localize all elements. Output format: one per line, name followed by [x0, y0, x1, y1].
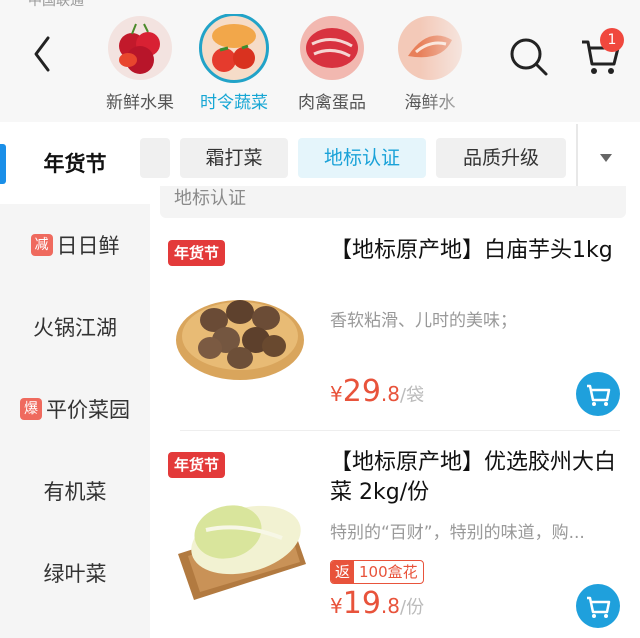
category-fruit[interactable]: 新鲜水果: [96, 14, 184, 114]
category-carousel: 新鲜水果 时令蔬菜 肉禽蛋品: [96, 14, 476, 114]
back-button[interactable]: [22, 34, 62, 74]
add-to-cart-button[interactable]: [576, 372, 620, 416]
sidebar-item-daily-fresh[interactable]: 减 日日鲜: [0, 204, 150, 286]
back-arrow-icon: [34, 36, 50, 72]
product-price: ¥19.8/份: [330, 586, 424, 621]
filter-bar: 霜打菜 地标认证 品质升级: [140, 122, 640, 196]
sidebar-item-organic[interactable]: 有机菜: [0, 450, 150, 532]
active-indicator: [0, 144, 6, 184]
carousel-fade: [420, 0, 490, 122]
meat-thumbnail: [300, 16, 364, 80]
section-title: 地标认证: [160, 186, 626, 218]
product-title: 【地标原产地】白庙芋头1kg: [330, 238, 613, 263]
price-integer: 29: [342, 374, 381, 409]
category-label: 肉禽蛋品: [298, 93, 366, 113]
promo-tag: 年货节: [168, 240, 226, 266]
sidebar-item-label: 平价菜园: [46, 398, 130, 422]
product-card[interactable]: 年货节 【地标原产地】优选胶州大白菜 2kg/份 特别的“百财”，特别的味道，购…: [150, 448, 640, 638]
filter-chip-quality[interactable]: 品质升级: [436, 138, 566, 178]
category-label: 时令蔬菜: [200, 93, 268, 113]
cart-icon: [587, 596, 611, 618]
filter-chip-frost[interactable]: 霜打菜: [180, 138, 288, 178]
sidebar-item-hotpot[interactable]: 火锅江湖: [0, 286, 150, 368]
rebate-badge: 返 100盒花: [330, 560, 424, 584]
filter-chip-partial[interactable]: [140, 138, 170, 178]
product-image-cabbage: [170, 468, 310, 608]
promo-tag: 年货节: [168, 452, 226, 478]
price-integer: 19: [342, 586, 381, 621]
product-divider: [180, 430, 620, 431]
sidebar-item-label: 绿叶菜: [43, 562, 107, 586]
discount-tag: 减: [30, 234, 53, 256]
triangle-down-icon: [600, 154, 612, 162]
chip-label: 地标认证: [323, 147, 400, 169]
sidebar-item-label: 年货节: [43, 152, 107, 176]
cart-count-badge: 1: [600, 28, 624, 52]
search-icon: [510, 38, 548, 76]
sidebar-item-label: 日日鲜: [56, 234, 120, 258]
vegetable-thumbnail: [199, 14, 269, 83]
rebate-label: 返: [331, 561, 355, 583]
price-decimal: .8: [380, 594, 401, 618]
sidebar-item-new-year[interactable]: 年货节: [0, 122, 150, 204]
chip-label: 霜打菜: [205, 147, 263, 169]
category-sidebar: 年货节 减 日日鲜 火锅江湖 爆 平价菜园 有机菜 绿叶菜: [0, 122, 150, 638]
chip-label: 品质升级: [462, 147, 539, 169]
sidebar-item-label: 火锅江湖: [33, 316, 117, 340]
sidebar-item-label: 有机菜: [43, 480, 107, 504]
price-currency: ¥: [330, 382, 343, 406]
product-price: ¥29.8/袋: [330, 374, 424, 409]
price-unit: /份: [400, 597, 425, 618]
price-currency: ¥: [330, 594, 343, 618]
product-title: 【地标原产地】优选胶州大白菜 2kg/份: [330, 450, 617, 505]
product-image-taro: [170, 256, 310, 396]
hot-tag: 爆: [20, 398, 42, 420]
sidebar-item-leafy[interactable]: 绿叶菜: [0, 532, 150, 614]
product-card[interactable]: 年货节 【地标原产地】白庙芋头1kg 香软粘滑、儿时的美味； ¥29.8/袋: [150, 236, 640, 436]
cart-icon: [587, 384, 611, 406]
price-decimal: .8: [380, 382, 401, 406]
add-to-cart-button[interactable]: [576, 584, 620, 628]
fruit-thumbnail: [108, 16, 172, 80]
search-button[interactable]: [506, 34, 550, 78]
filter-divider: [576, 124, 578, 194]
price-unit: /袋: [400, 385, 425, 406]
filter-chip-geo-certified[interactable]: 地标认证: [298, 138, 426, 178]
top-header: 中国联通 新鲜水果 时令蔬菜 肉禽蛋品 1: [0, 0, 640, 122]
category-meat-egg[interactable]: 肉禽蛋品: [288, 14, 376, 114]
rebate-value: 100盒花: [359, 563, 418, 581]
category-vegetable[interactable]: 时令蔬菜: [190, 14, 278, 114]
category-label: 新鲜水果: [106, 93, 174, 113]
sidebar-item-budget-veg[interactable]: 爆 平价菜园: [0, 368, 150, 450]
expand-filters-button[interactable]: [598, 150, 614, 166]
product-desc: 香软粘滑、儿时的美味；: [330, 311, 517, 331]
product-desc: 特别的“百财”，特别的味道，购...: [330, 523, 585, 543]
status-carrier: 中国联通: [28, 0, 84, 9]
